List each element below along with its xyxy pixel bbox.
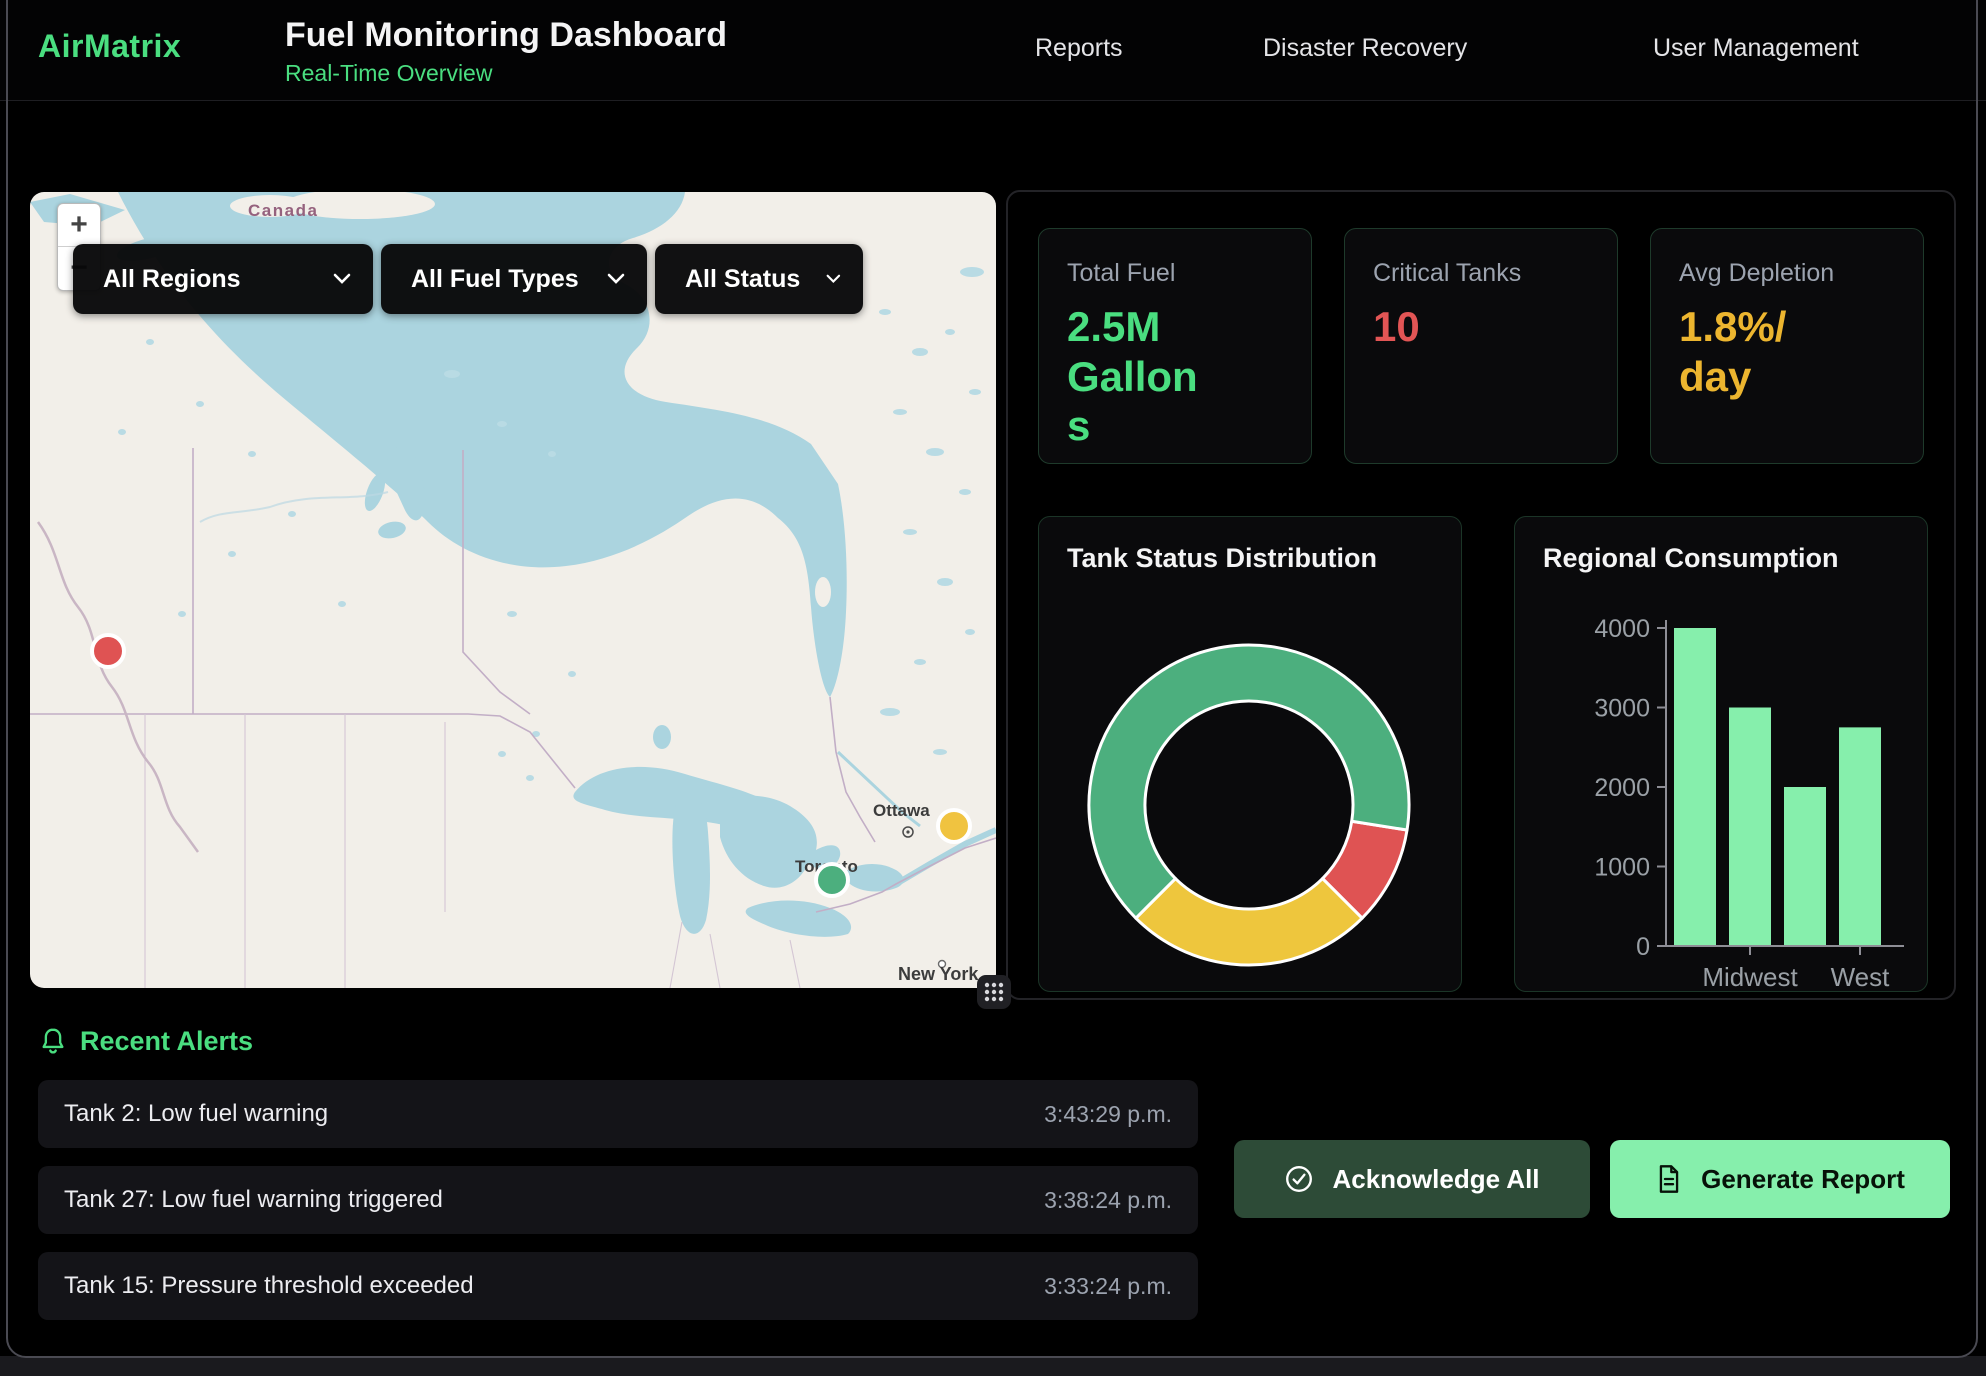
document-icon	[1655, 1164, 1683, 1194]
lake-erie	[746, 901, 851, 937]
bar-0	[1674, 628, 1716, 946]
map-marker-normal[interactable]	[816, 864, 848, 896]
alert-timestamp: 3:38:24 p.m.	[1044, 1187, 1172, 1214]
x-tick-label: West	[1831, 962, 1891, 992]
kpi-label: Critical Tanks	[1373, 259, 1617, 288]
tank-status-donut-chart	[1039, 517, 1463, 993]
bar-2	[1784, 787, 1826, 946]
y-tick-label: 3000	[1594, 695, 1650, 723]
acknowledge-all-label: Acknowledge All	[1332, 1164, 1539, 1195]
alert-row[interactable]: Tank 15: Pressure threshold exceeded 3:3…	[38, 1252, 1198, 1320]
kpi-total-fuel: Total Fuel 2.5M Gallons	[1038, 228, 1312, 464]
lake-michigan	[672, 792, 710, 934]
y-tick-label: 0	[1636, 933, 1650, 961]
lake	[377, 519, 408, 540]
kpi-label: Avg Depletion	[1679, 259, 1923, 288]
kpi-critical-tanks: Critical Tanks 10	[1344, 228, 1618, 464]
lake-nipigon	[653, 725, 671, 749]
chevron-down-icon	[607, 273, 625, 285]
recent-alerts-title: Recent Alerts	[80, 1026, 253, 1057]
zoom-in-button[interactable]: +	[58, 204, 100, 247]
rockies-river	[38, 522, 198, 852]
city-label-ottawa: Ottawa	[873, 801, 930, 820]
chevron-down-icon	[826, 273, 841, 285]
island-akimiski	[815, 577, 831, 607]
status-filter-dropdown[interactable]: All Status	[655, 244, 863, 314]
fuel-type-filter-dropdown[interactable]: All Fuel Types	[381, 244, 647, 314]
nav-reports[interactable]: Reports	[1035, 34, 1123, 63]
y-tick-label: 2000	[1594, 774, 1650, 802]
fuel-monitoring-dashboard: AirMatrix Fuel Monitoring Dashboard Real…	[0, 0, 1986, 1376]
tank-status-distribution-card: Tank Status Distribution	[1038, 516, 1462, 992]
alert-row[interactable]: Tank 2: Low fuel warning 3:43:29 p.m.	[38, 1080, 1198, 1148]
map-marker-warning[interactable]	[938, 810, 970, 842]
donut-segment-warning	[1136, 879, 1362, 965]
check-circle-icon	[1284, 1164, 1314, 1194]
map-resize-handle[interactable]	[977, 975, 1011, 1009]
bar-3	[1839, 727, 1881, 946]
bell-icon	[38, 1026, 68, 1058]
regional-consumption-card: Regional Consumption 01000200030004000Mi…	[1514, 516, 1928, 992]
bar-1	[1729, 708, 1771, 947]
grip-dots-icon	[983, 981, 1005, 1003]
capital-icon-dot	[906, 830, 909, 833]
map-filter-bar: All Regions All Fuel Types All Status	[73, 244, 863, 314]
alert-timestamp: 3:33:24 p.m.	[1044, 1273, 1172, 1300]
app-header: AirMatrix Fuel Monitoring Dashboard Real…	[0, 0, 1986, 101]
alert-timestamp: 3:43:29 p.m.	[1044, 1101, 1172, 1128]
y-tick-label: 4000	[1594, 615, 1650, 643]
region-filter-dropdown[interactable]: All Regions	[73, 244, 373, 314]
alert-message: Tank 15: Pressure threshold exceeded	[64, 1272, 474, 1300]
y-tick-label: 1000	[1594, 854, 1650, 882]
kpi-value: 1.8%/day	[1679, 302, 1811, 401]
status-filter-value: All Status	[685, 265, 800, 294]
acknowledge-all-button[interactable]: Acknowledge All	[1234, 1140, 1590, 1218]
stats-panel: Total Fuel 2.5M Gallons Critical Tanks 1…	[1006, 190, 1956, 1000]
app-logo: AirMatrix	[38, 28, 181, 65]
alert-row[interactable]: Tank 27: Low fuel warning triggered 3:38…	[38, 1166, 1198, 1234]
chevron-down-icon	[333, 273, 351, 285]
generate-report-label: Generate Report	[1701, 1164, 1905, 1195]
fuel-type-filter-value: All Fuel Types	[411, 265, 579, 294]
city-label-new-york: New York	[898, 964, 979, 984]
region-filter-value: All Regions	[103, 265, 241, 294]
nav-user-management[interactable]: User Management	[1653, 34, 1859, 63]
regional-consumption-bar-chart: 0 1000 2000 3000 4000 Midwest West	[1515, 517, 1929, 993]
kpi-value: 10	[1373, 302, 1523, 352]
river	[200, 492, 388, 522]
map-marker-critical[interactable]	[92, 635, 124, 667]
nav-disaster-recovery[interactable]: Disaster Recovery	[1263, 34, 1467, 63]
kpi-avg-depletion: Avg Depletion 1.8%/day	[1650, 228, 1924, 464]
kpi-label: Total Fuel	[1067, 259, 1311, 288]
window-bottom-strip	[0, 1356, 1986, 1376]
country-label: Canada	[248, 201, 318, 220]
generate-report-button[interactable]: Generate Report	[1610, 1140, 1950, 1218]
alert-message: Tank 27: Low fuel warning triggered	[64, 1186, 443, 1214]
island	[719, 201, 811, 235]
x-tick-label: Midwest	[1702, 962, 1798, 992]
page-title: Fuel Monitoring Dashboard	[285, 16, 727, 55]
page-subtitle: Real-Time Overview	[285, 60, 492, 87]
kpi-value: 2.5M Gallons	[1067, 302, 1217, 451]
alert-message: Tank 2: Low fuel warning	[64, 1100, 328, 1128]
